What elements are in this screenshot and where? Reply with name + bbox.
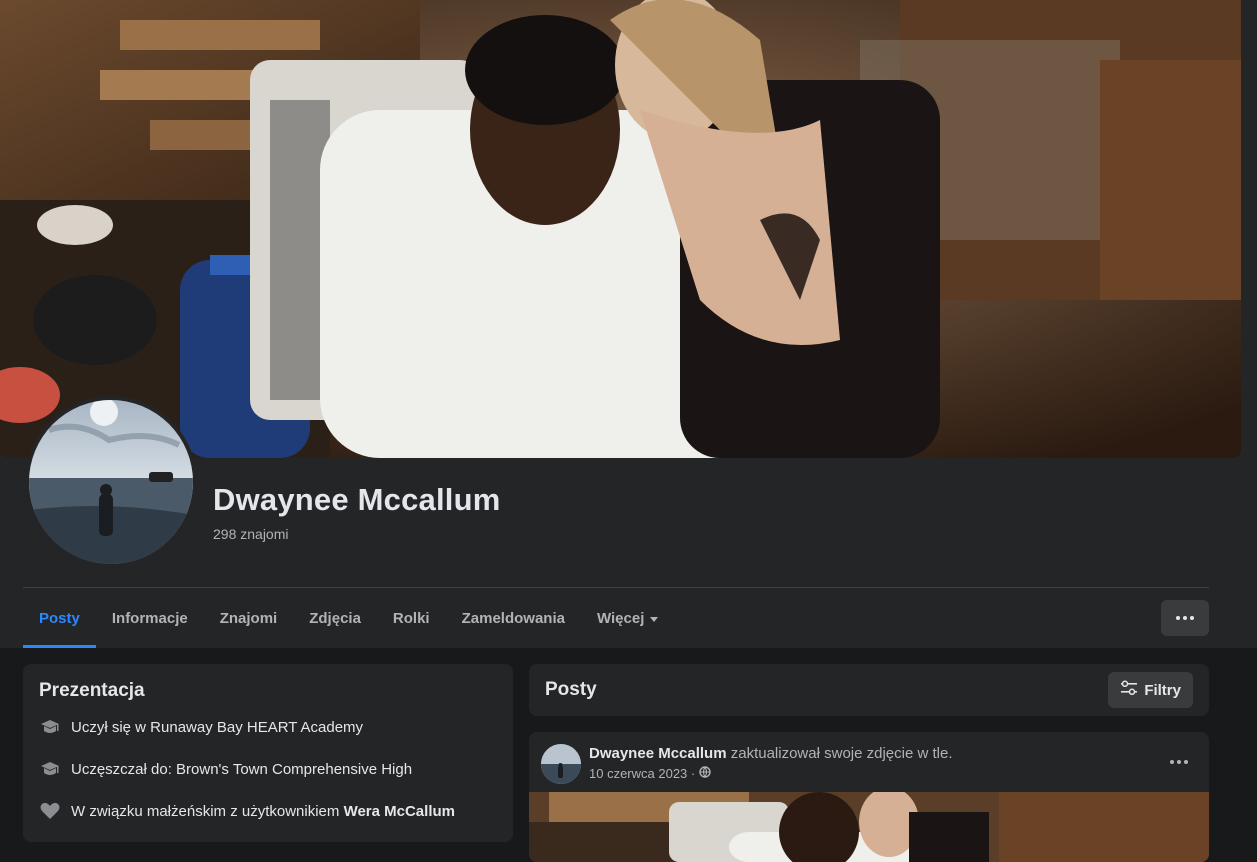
posts-header-card: Posty Filtry [529, 664, 1209, 716]
post-card: Dwaynee Mccallum zaktualizował swoje zdj… [529, 732, 1209, 862]
tab-label: Informacje [111, 609, 188, 627]
post-header-line: Dwaynee Mccallum zaktualizował swoje zdj… [589, 745, 953, 762]
tab-zdjecia[interactable]: Zdjęcia [293, 588, 377, 648]
intro-card: Prezentacja Uczył się w Runaway Bay HEAR… [23, 664, 513, 842]
profile-avatar[interactable] [25, 396, 197, 568]
tab-informacje[interactable]: Informacje [96, 588, 204, 648]
graduation-cap-icon [39, 716, 61, 738]
intro-row-school: Uczęszczał do: Brown's Town Comprehensiv… [39, 758, 412, 780]
ellipsis-icon [1170, 760, 1188, 764]
intro-row-text[interactable]: Uczył się w Runaway Bay HEART Academy [71, 719, 363, 736]
heart-icon [39, 800, 61, 822]
tab-znajomi[interactable]: Znajomi [204, 588, 294, 648]
tab-posty[interactable]: Posty [23, 588, 96, 648]
ellipsis-icon [1176, 616, 1194, 620]
intro-row-relationship: W związku małżeńskim z użytkownikiem Wer… [39, 800, 455, 822]
profile-name: Dwaynee Mccallum [213, 482, 501, 517]
sliders-icon [1120, 680, 1138, 700]
tab-label: Zameldowania [461, 609, 565, 627]
filters-button[interactable]: Filtry [1108, 672, 1193, 708]
tab-label: Znajomi [219, 609, 278, 627]
intro-title: Prezentacja [39, 680, 145, 701]
tab-label: Rolki [392, 609, 430, 627]
intro-row-education: Uczył się w Runaway Bay HEART Academy [39, 716, 363, 738]
globe-icon [699, 766, 711, 781]
graduation-cap-icon [39, 758, 61, 780]
spouse-link[interactable]: Wera McCallum [344, 803, 455, 820]
post-author-name[interactable]: Dwaynee Mccallum [589, 745, 727, 762]
filters-label: Filtry [1144, 681, 1181, 699]
cover-photo[interactable] [0, 0, 1241, 458]
post-action-text: zaktualizował swoje zdjęcie w tle. [726, 745, 953, 762]
post-image[interactable] [529, 792, 1209, 862]
tab-wiecej[interactable]: Więcej [581, 588, 674, 648]
intro-row-text: W związku małżeńskim z użytkownikiem [71, 802, 344, 820]
post-date[interactable]: 10 czerwca 2023 · [589, 766, 695, 781]
post-meta: 10 czerwca 2023 · [589, 766, 711, 781]
more-options-button[interactable] [1161, 600, 1209, 636]
post-author-avatar[interactable] [541, 744, 581, 784]
tab-label: Zdjęcia [309, 609, 361, 627]
tab-rolki[interactable]: Rolki [377, 588, 446, 648]
posts-title: Posty [545, 679, 597, 700]
profile-tabs: Posty Informacje Znajomi Zdjęcia Rolki Z… [23, 588, 674, 648]
caret-down-icon [650, 616, 659, 622]
tab-zameldowania[interactable]: Zameldowania [446, 588, 581, 648]
tab-label: Posty [39, 609, 80, 627]
tab-label: Więcej [596, 609, 645, 627]
friends-count[interactable]: 298 znajomi [213, 526, 289, 542]
post-options-button[interactable] [1161, 748, 1197, 776]
intro-row-text[interactable]: Uczęszczał do: Brown's Town Comprehensiv… [71, 761, 412, 778]
